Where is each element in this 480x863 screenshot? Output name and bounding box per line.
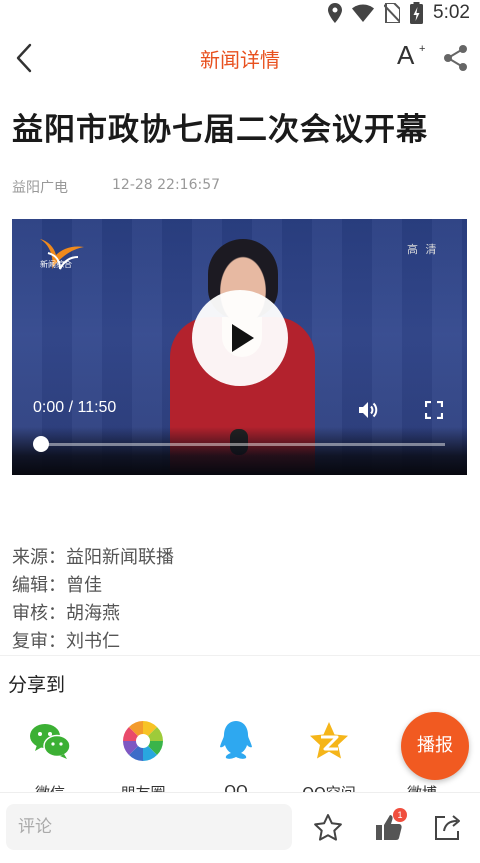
progress-knob[interactable] [33, 436, 49, 452]
article-source: 益阳广电 [12, 180, 68, 196]
qq-icon [220, 721, 252, 759]
credit-final-reviewer: 复审：刘书仁 [12, 631, 120, 652]
status-bar: 5:02 [0, 0, 480, 26]
share-qzone[interactable]: QQ空间 [289, 712, 369, 792]
divider [0, 655, 480, 656]
share-wechat[interactable]: 微信 [10, 712, 90, 792]
fullscreen-button[interactable] [424, 400, 444, 420]
channel-logo-text: 新闻综合 [40, 260, 72, 269]
wechat-icon [30, 724, 71, 759]
star-icon [314, 814, 342, 841]
share-moments[interactable]: 朋友圈 [103, 712, 183, 792]
article-datetime: 12-28 22:16:57 [112, 177, 221, 193]
font-size-icon: A [397, 40, 415, 70]
forward-icon [435, 815, 460, 840]
video-time: 0:00 / 11:50 [33, 399, 117, 416]
location-icon [328, 3, 343, 23]
credit-source: 来源：益阳新闻联播 [12, 547, 174, 568]
article-meta: 益阳广电 12-28 22:16:57 [12, 177, 220, 197]
play-button[interactable] [192, 290, 288, 386]
forward-button[interactable] [433, 812, 463, 842]
credit-reviewer: 审核：胡海燕 [12, 603, 120, 624]
qzone-icon [310, 722, 348, 759]
status-time: 5:02 [433, 2, 470, 23]
share-qq[interactable]: QQ [196, 712, 276, 792]
battery-charging-icon [410, 2, 424, 24]
volume-button[interactable] [356, 398, 380, 422]
bottom-action-bar: 评论 1 [0, 792, 480, 863]
like-count-badge: 1 [393, 808, 407, 822]
share-button[interactable] [442, 44, 470, 72]
wifi-icon [352, 4, 375, 22]
credit-editor: 编辑：曾佳 [12, 575, 102, 596]
article-credits: 来源：益阳新闻联播 编辑：曾佳 审核：胡海燕 复审：刘书仁 [12, 544, 174, 656]
top-bar: 新闻详情 A + [0, 26, 480, 90]
share-section-title: 分享到 [8, 674, 66, 696]
no-sim-icon [384, 3, 401, 23]
favorite-button[interactable] [312, 812, 344, 844]
fullscreen-icon [424, 400, 444, 420]
video-player[interactable]: 新闻综合 高 清 0:00 / 11:50 [12, 219, 467, 475]
comment-input[interactable]: 评论 [6, 804, 292, 850]
volume-icon [359, 402, 378, 418]
moments-icon [123, 721, 163, 761]
broadcast-button[interactable]: 播报 [401, 712, 469, 780]
font-size-button[interactable]: A + [397, 40, 429, 76]
share-icon [444, 45, 467, 71]
progress-bar[interactable] [41, 443, 445, 446]
article-title: 益阳市政协七届二次会议开幕 [12, 112, 428, 148]
quality-tag: 高 清 [407, 243, 439, 256]
